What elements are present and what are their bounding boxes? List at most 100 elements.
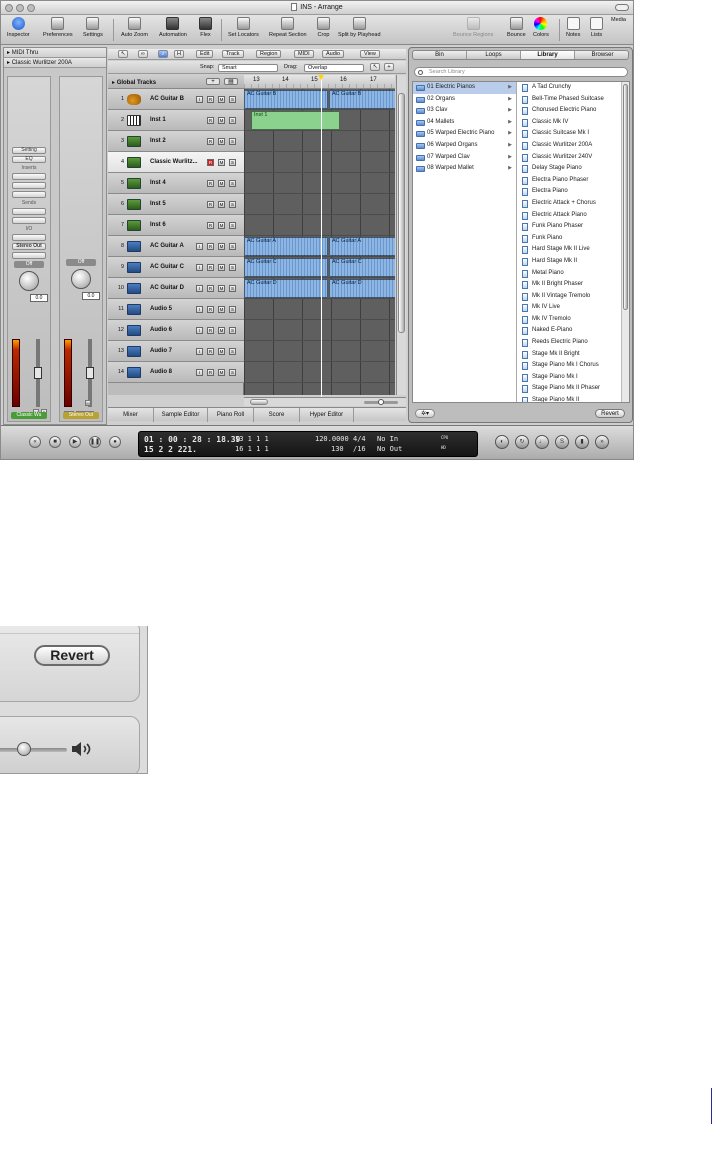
mute-button[interactable]: M [218,159,225,166]
solo-button[interactable]: S [229,348,236,355]
bounce-regions-button[interactable]: Bounce Regions [453,17,493,38]
group-slot[interactable] [12,252,46,259]
track-name[interactable]: Audio 7 [150,348,172,354]
time-signature[interactable]: 4/4 [353,435,366,443]
mute-button[interactable]: M [218,117,225,124]
track-header[interactable]: 14 Audio 8 IRMS [108,362,244,383]
bounce-button[interactable]: Bounce [507,17,526,38]
mute-button[interactable]: M [218,369,225,376]
vertical-scrollbar[interactable] [396,75,406,395]
track-name[interactable]: AC Guitar C [150,264,184,270]
mute-button[interactable]: M [218,243,225,250]
track-header[interactable]: 12 Audio 6 IRMS [108,320,244,341]
menu-audio[interactable]: Audio [322,50,345,58]
record-enable-button[interactable]: R [207,327,214,334]
tab-loops[interactable]: Loops [467,51,521,59]
input-monitor-button[interactable]: I [196,243,203,250]
region[interactable]: AC Guitar B [244,90,328,109]
add-track-icon[interactable]: + [206,78,220,85]
snap-menu[interactable]: Smart [218,64,278,72]
library-patch[interactable]: Funk Piano [518,233,622,245]
record-enable-button[interactable]: R [207,348,214,355]
input-monitor-button[interactable]: I [196,369,203,376]
tempo-display-2[interactable]: 130 [331,445,344,453]
right-locator[interactable]: 16 1 1 1 [235,445,269,453]
division-display[interactable]: /16 [353,445,366,453]
mute-button[interactable]: M [85,400,91,406]
track-header[interactable]: 7 Inst 6 RMS [108,215,244,236]
input-monitor-button[interactable]: I [196,348,203,355]
track-name[interactable]: Inst 1 [150,117,166,123]
revert-button[interactable]: Revert [595,409,625,418]
library-patch[interactable]: Hard Stage Mk II Live [518,244,622,256]
catch-icon[interactable]: ♪ [158,50,168,58]
record-enable-button[interactable]: R [207,201,214,208]
lists-button[interactable]: Lists [590,17,603,38]
track-parameters-header[interactable]: ▸ Classic Wurlitzer 200A [4,58,106,68]
send-slot[interactable] [12,217,46,224]
solo-button[interactable]: S [229,96,236,103]
track-header[interactable]: 5 Inst 4 RMS [108,173,244,194]
zoom-slider[interactable] [364,399,398,405]
split-by-playhead-button[interactable]: Split by Playhead [338,17,381,38]
library-patch[interactable]: Mk IV Live [518,302,622,314]
library-patch[interactable]: Classic Wurlitzer 240V [518,152,622,164]
record-enable-button[interactable]: R [207,180,214,187]
solo-button[interactable]: S [229,306,236,313]
region[interactable]: AC Guitar A [244,237,328,256]
drag-menu[interactable]: Overlap [304,64,364,72]
track-header[interactable]: 3 Inst 2 RMS [108,131,244,152]
arrange-area[interactable]: AC Guitar B AC Guitar B Inst 1 AC Guitar… [244,89,395,395]
library-patch[interactable]: Stage Piano Mk I Chorus [518,360,622,372]
tab-sample-editor[interactable]: Sample Editor [154,408,208,422]
flex-button[interactable]: Flex [199,17,212,38]
record-enable-button[interactable]: R [207,285,214,292]
library-patch[interactable]: Electric Attack Piano [518,210,622,222]
track-header[interactable]: 4 Classic Wurlitz... R M S [108,152,244,173]
record-icon[interactable]: ● [109,436,121,448]
library-patch[interactable]: Stage Piano Mk II Phaser [518,383,622,395]
track-header[interactable]: 9 AC Guitar C IRMS [108,257,244,278]
send-slot[interactable] [12,208,46,215]
menu-midi[interactable]: MIDI [294,50,314,58]
track-name[interactable]: Audio 5 [150,306,172,312]
track-name[interactable]: Inst 2 [150,138,166,144]
solo-button[interactable]: S [229,117,236,124]
menu-view[interactable]: View [360,50,380,58]
back-icon[interactable]: ↖ [118,50,128,58]
library-patch[interactable]: Stage Piano Mk II [518,395,622,402]
library-patch[interactable]: A Tad Crunchy [518,82,622,94]
solo-button[interactable]: S [229,264,236,271]
tab-hyper-editor[interactable]: Hyper Editor [300,408,354,422]
input-slot[interactable] [12,234,46,241]
set-locators-button[interactable]: Set Locators [228,17,259,38]
library-patch[interactable]: Stage Piano Mk I [518,372,622,384]
playhead[interactable] [318,75,324,397]
mute-button[interactable]: M [218,348,225,355]
library-folder[interactable]: 03 Clav ▶ [413,105,516,117]
track-name[interactable]: Inst 5 [150,201,166,207]
media-button[interactable]: Media [611,17,626,23]
record-enable-button[interactable]: R [207,138,214,145]
library-patch[interactable]: Metal Piano [518,268,622,280]
hide-icon[interactable]: H [174,50,184,58]
library-patch[interactable]: Electra Piano Phaser [518,175,622,187]
cycle-icon[interactable]: ↻ [515,435,529,449]
tab-mixer[interactable]: Mixer [108,408,154,422]
tab-bin[interactable]: Bin [413,51,467,59]
tab-library[interactable]: Library [521,51,575,59]
region[interactable]: AC Guitar D [244,279,328,298]
region[interactable]: AC Guitar A [329,237,395,256]
pause-icon[interactable]: ❚❚ [89,436,101,448]
tab-piano-roll[interactable]: Piano Roll [208,408,254,422]
input-monitor-button[interactable]: I [196,264,203,271]
preview-volume-knob[interactable] [17,742,31,756]
track-header[interactable]: 2 Inst 1 RMS [108,110,244,131]
output-slot[interactable]: Stereo Out [12,243,46,250]
more-icon[interactable]: » [595,435,609,449]
record-enable-button[interactable]: R [207,117,214,124]
pointer-tool-icon[interactable]: ↖ [370,63,380,71]
record-enable-button[interactable]: R [207,159,214,166]
track-header[interactable]: 11 Audio 5 IRMS [108,299,244,320]
library-folder[interactable]: 07 Warped Clav ▶ [413,152,516,164]
